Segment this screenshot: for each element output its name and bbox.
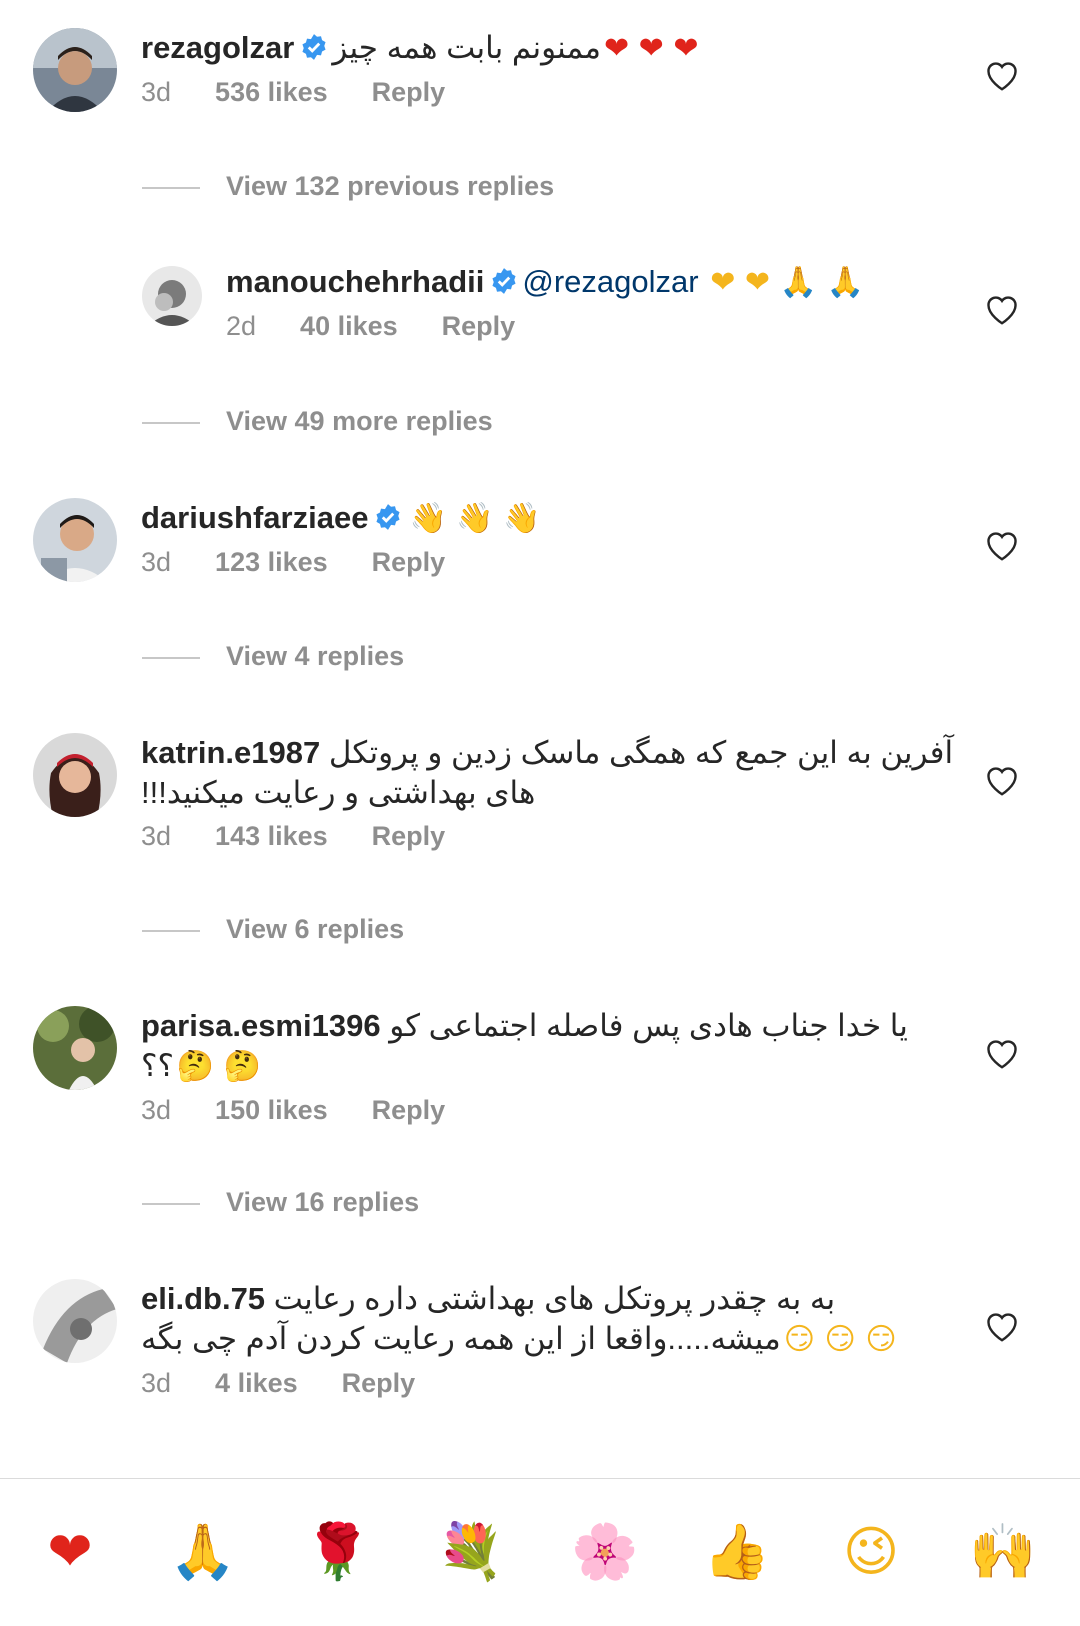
mention-link[interactable]: @rezagolzar [522, 264, 698, 299]
username[interactable]: katrin.e1987 [141, 735, 320, 770]
red-heart-icon[interactable]: ❤ [35, 1517, 105, 1587]
verified-badge-icon [376, 504, 400, 530]
comment-text-line: rezagolzar ممنونم بابت همه چیز ❤ ❤ ❤ [141, 28, 961, 69]
comment-meta: 3d 123 likes Reply [141, 547, 961, 578]
comment-meta: 3d 150 likes Reply [141, 1095, 961, 1126]
divider-line [142, 422, 200, 424]
comment-time: 3d [141, 1368, 172, 1398]
username[interactable]: eli.db.75 [141, 1281, 265, 1316]
like-heart-icon[interactable] [984, 292, 1020, 326]
quick-reaction-bar: ❤ 🙏 🌹 💐 🌸 👍 😉 🙌 [0, 1478, 1080, 1626]
comment-meta: 3d 143 likes Reply [141, 821, 961, 852]
praying-hands-icon[interactable]: 🙏 [168, 1517, 238, 1587]
view-replies-link[interactable]: View 6 replies [142, 910, 842, 950]
view-previous-replies-link[interactable]: View 132 previous replies [142, 167, 842, 207]
avatar[interactable] [33, 28, 117, 112]
like-heart-icon[interactable] [984, 1036, 1020, 1070]
comment-meta: 2d 40 likes Reply [226, 311, 966, 342]
divider-line [142, 657, 200, 659]
reply-button[interactable]: Reply [372, 821, 446, 852]
likes-count[interactable]: 40 likes [300, 311, 398, 342]
avatar[interactable] [33, 1279, 117, 1363]
smirking-face-emoji: 😏 😏 😏 [783, 1322, 897, 1357]
cherry-blossom-icon[interactable]: 🌸 [570, 1517, 640, 1587]
view-replies-link[interactable]: View 4 replies [142, 637, 842, 677]
raising-hands-icon[interactable]: 🙌 [968, 1517, 1038, 1587]
avatar[interactable] [142, 266, 202, 326]
comment-text-line: dariushfarziaee 👋 👋 👋 [141, 498, 961, 539]
likes-count[interactable]: 143 likes [215, 821, 328, 852]
like-heart-icon[interactable] [984, 763, 1020, 797]
view-replies-link[interactable]: View 16 replies [142, 1183, 842, 1223]
comment-text-line-2: ؟؟ 🤔 🤔 [141, 1046, 961, 1087]
comments-list: rezagolzar ممنونم بابت همه چیز ❤ ❤ ❤ 3d 536… [0, 0, 1080, 1478]
waving-hands-emoji: 👋 👋 👋 [409, 501, 541, 536]
avatar[interactable] [33, 733, 117, 817]
reply-button[interactable]: Reply [372, 547, 446, 578]
comment-text-line: parisa.esmi1396 یا خدا جناب هادی پس فاصل… [141, 1006, 961, 1046]
verified-badge-icon [302, 34, 326, 60]
verified-badge-icon [492, 268, 516, 294]
thinking-face-emoji: 🤔 🤔 [176, 1049, 262, 1084]
comment-time: 3d [141, 77, 172, 107]
reply-button[interactable]: Reply [342, 1368, 416, 1399]
comment-meta: 3d 536 likes Reply [141, 77, 961, 108]
likes-count[interactable]: 123 likes [215, 547, 328, 578]
username[interactable]: parisa.esmi1396 [141, 1008, 381, 1043]
hearts-and-praying-hands-emoji: ❤ ❤ 🙏 🙏 [710, 265, 864, 300]
username[interactable]: rezagolzar [141, 30, 294, 65]
reply-button[interactable]: Reply [372, 1095, 446, 1126]
like-heart-icon[interactable] [984, 528, 1020, 562]
avatar[interactable] [33, 1006, 117, 1090]
winking-face-icon[interactable]: 😉 [836, 1517, 906, 1587]
view-more-replies-link[interactable]: View 49 more replies [142, 402, 842, 442]
comment-text-line: manouchehrhadii @rezagolzar ❤ ❤ 🙏 🙏 [226, 262, 966, 303]
comment-time: 2d [226, 311, 257, 341]
avatar[interactable] [33, 498, 117, 582]
bouquet-icon[interactable]: 💐 [436, 1517, 506, 1587]
hearts-emoji: ❤ ❤ ❤ [604, 31, 699, 66]
like-heart-icon[interactable] [984, 1309, 1020, 1343]
divider-line [142, 1203, 200, 1205]
comment-text-continued: ؟؟ [141, 1048, 174, 1083]
comment-time: 3d [141, 1095, 172, 1125]
likes-count[interactable]: 150 likes [215, 1095, 328, 1126]
comment-time: 3d [141, 547, 172, 577]
comment-text-continued: های بهداشتی و رعایت میکنید!!! [141, 775, 536, 810]
view-replies-label: View 4 replies [226, 641, 405, 671]
comment-text-line: eli.db.75 به به چقدر پروتکل های بهداشتی … [141, 1279, 961, 1319]
like-heart-icon[interactable] [984, 58, 1020, 92]
comment-text-line: katrin.e1987 آفرین به این جمع که همگی ما… [141, 733, 961, 773]
likes-count[interactable]: 4 likes [215, 1368, 298, 1399]
comment-text: یا خدا جناب هادی پس فاصله اجتماعی کو [389, 1008, 908, 1043]
divider-line [142, 930, 200, 932]
view-replies-label: View 49 more replies [226, 406, 493, 436]
comment-meta: 3d 4 likes Reply [141, 1368, 961, 1399]
comment-text: ممنونم بابت همه چیز [332, 30, 601, 65]
comment-text-line-2: های بهداشتی و رعایت میکنید!!! [141, 773, 961, 813]
reply-button[interactable]: Reply [372, 77, 446, 108]
view-replies-label: View 132 previous replies [226, 171, 555, 201]
view-replies-label: View 6 replies [226, 914, 405, 944]
view-replies-label: View 16 replies [226, 1187, 420, 1217]
comment-time: 3d [141, 821, 172, 851]
comment-text-continued: میشه.....واقعا از این همه رعایت کردن آدم… [141, 1321, 781, 1356]
divider-line [142, 187, 200, 189]
thumbs-up-icon[interactable]: 👍 [702, 1517, 772, 1587]
reply-button[interactable]: Reply [442, 311, 516, 342]
rose-icon[interactable]: 🌹 [303, 1517, 373, 1587]
comment-text: به به چقدر پروتکل های بهداشتی داره رعایت [273, 1281, 836, 1316]
comment-text-line-2: میشه.....واقعا از این همه رعایت کردن آدم… [141, 1319, 961, 1360]
username[interactable]: dariushfarziaee [141, 500, 368, 535]
username[interactable]: manouchehrhadii [226, 264, 484, 299]
likes-count[interactable]: 536 likes [215, 77, 328, 108]
comment-text: آفرین به این جمع که همگی ماسک زدین و پرو… [328, 735, 954, 770]
